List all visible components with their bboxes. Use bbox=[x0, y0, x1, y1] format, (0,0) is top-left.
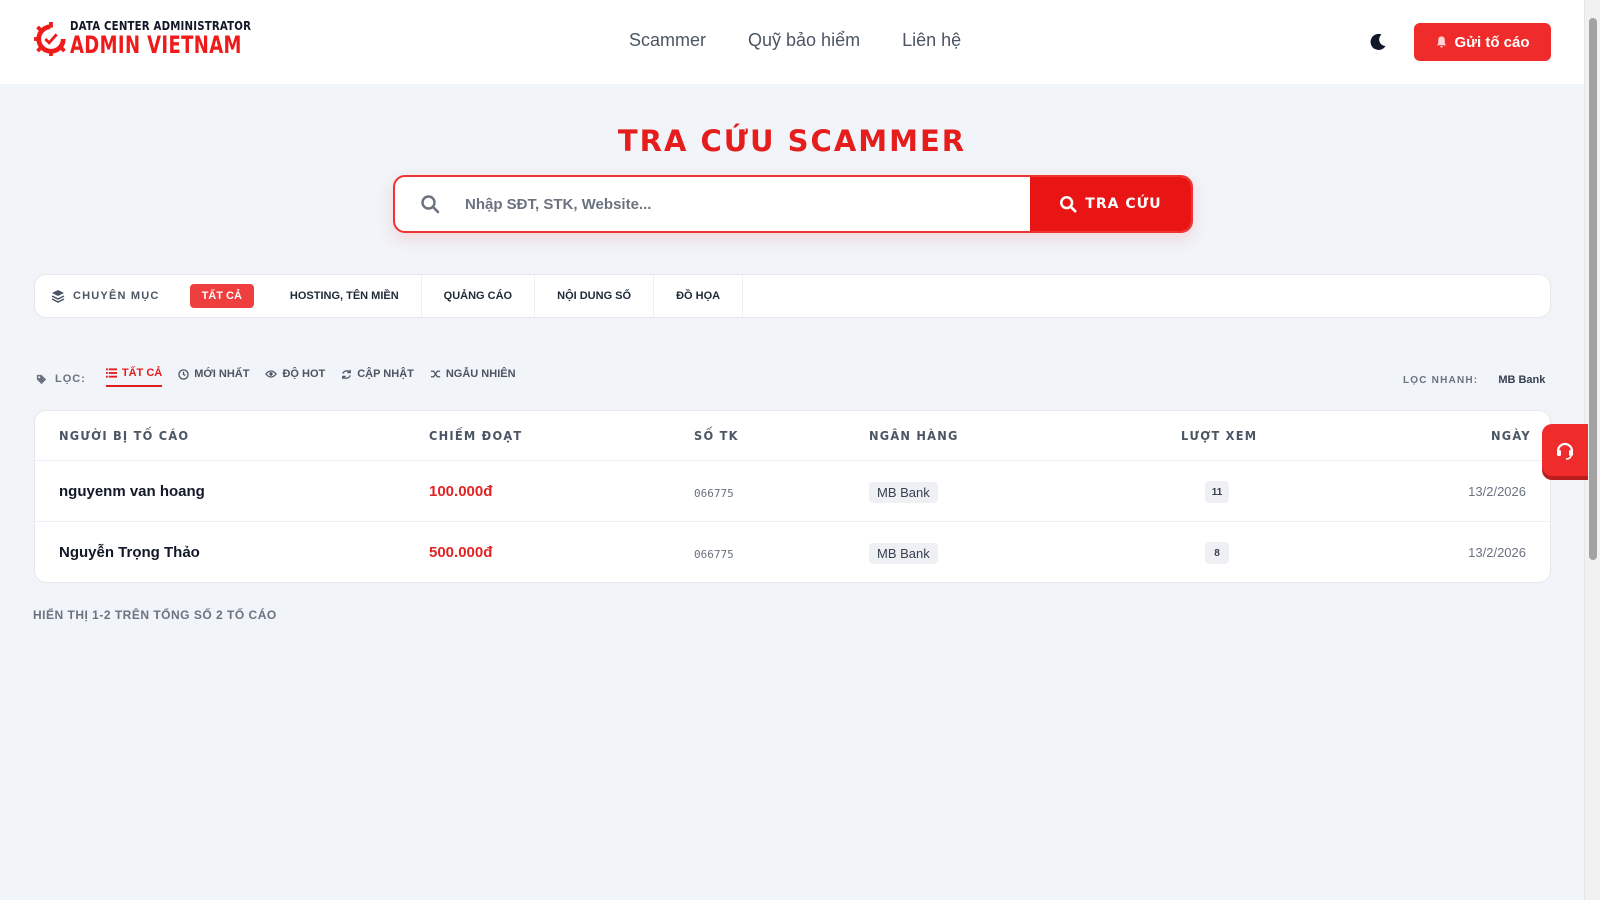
amount: 500.000đ bbox=[429, 544, 493, 561]
brand-name: ADMIN VIETNAM bbox=[70, 31, 242, 59]
tag-icon bbox=[36, 374, 47, 384]
column-header-date: NGÀY bbox=[1491, 429, 1531, 443]
category-label: CHUYÊN MỤC bbox=[35, 289, 176, 303]
table-header: NGƯỜI BỊ TỐ CÁO CHIẾM ĐOẠT SỐ TK NGÂN HÀ… bbox=[35, 411, 1550, 461]
gear-logo-icon bbox=[34, 21, 66, 56]
list-icon bbox=[105, 368, 117, 378]
filter-row: LỌC: TẤT CẢ MỚI NHẤT ĐỘ HOT CẬP NHẬT NGẪ… bbox=[36, 367, 532, 387]
report-button[interactable]: Gửi tố cáo bbox=[1414, 23, 1551, 61]
quick-filter: LỌC NHANH: MB Bank bbox=[1403, 374, 1545, 386]
nav-insurance-fund[interactable]: Quỹ bảo hiểm bbox=[748, 30, 860, 51]
filter-updated-label: CẬP NHẬT bbox=[357, 368, 414, 380]
views-badge: 11 bbox=[1205, 481, 1229, 503]
pagination-summary: HIỂN THỊ 1-2 TRÊN TỔNG SỐ 2 TỐ CÁO bbox=[33, 608, 277, 622]
search-input[interactable] bbox=[465, 177, 1030, 231]
shuffle-icon bbox=[430, 370, 440, 378]
category-all[interactable]: TẤT CẢ bbox=[189, 284, 254, 308]
refresh-icon bbox=[342, 369, 352, 379]
report-button-label: Gửi tố cáo bbox=[1454, 33, 1530, 51]
page-title: TRA CỨU SCAMMER bbox=[617, 124, 967, 158]
category-hosting-domain[interactable]: HOSTING, TÊN MIỀN bbox=[268, 275, 422, 317]
layers-icon bbox=[51, 290, 65, 303]
filter-newest[interactable]: MỚI NHẤT bbox=[178, 368, 249, 386]
bank-badge: MB Bank bbox=[869, 543, 938, 564]
support-button[interactable] bbox=[1542, 424, 1588, 476]
column-header-account: SỐ TK bbox=[694, 429, 739, 443]
report-date: 13/2/2026 bbox=[1468, 545, 1526, 560]
filter-all-label: TẤT CẢ bbox=[121, 367, 163, 379]
site-header: DATA CENTER ADMINISTRATOR ADMIN VIETNAM … bbox=[0, 0, 1584, 84]
search-icon bbox=[395, 177, 465, 231]
column-header-amount: CHIẾM ĐOẠT bbox=[429, 429, 523, 443]
nav-contact[interactable]: Liên hệ bbox=[902, 30, 961, 51]
category-advertising[interactable]: QUẢNG CÁO bbox=[422, 275, 536, 317]
filter-label: LỌC: bbox=[36, 373, 86, 385]
main-nav: Scammer Quỹ bảo hiểm Liên hệ bbox=[629, 30, 961, 51]
scammer-table: NGƯỜI BỊ TỐ CÁO CHIẾM ĐOẠT SỐ TK NGÂN HÀ… bbox=[34, 410, 1551, 583]
filter-updated[interactable]: CẬP NHẬT bbox=[341, 368, 414, 386]
column-header-views: LƯỢT XEM bbox=[1181, 429, 1258, 443]
filter-newest-label: MỚI NHẤT bbox=[194, 368, 250, 380]
column-header-bank: NGÂN HÀNG bbox=[869, 429, 959, 443]
category-digital-content[interactable]: NỘI DUNG SỐ bbox=[535, 275, 655, 317]
table-row[interactable]: Nguyễn Trọng Thảo 500.000đ 066775 MB Ban… bbox=[35, 522, 1550, 582]
reported-name[interactable]: Nguyễn Trọng Thảo bbox=[59, 544, 200, 561]
scrollbar-thumb[interactable] bbox=[1589, 18, 1597, 560]
account-number: 066775 bbox=[694, 487, 734, 500]
filter-hot-label: ĐỘ HOT bbox=[282, 368, 326, 380]
quick-filter-label: LỌC NHANH: bbox=[1403, 374, 1479, 386]
filter-hot[interactable]: ĐỘ HOT bbox=[265, 368, 325, 386]
quick-filter-mb-bank[interactable]: MB Bank bbox=[1498, 374, 1545, 386]
category-bar: CHUYÊN MỤC TẤT CẢ HOSTING, TÊN MIỀN QUẢN… bbox=[34, 274, 1551, 318]
clock-icon bbox=[178, 368, 189, 380]
views-badge: 8 bbox=[1205, 542, 1229, 564]
bell-icon bbox=[1437, 36, 1447, 48]
filter-random[interactable]: NGẪU NHIÊN bbox=[430, 368, 516, 386]
column-header-reported-person: NGƯỜI BỊ TỐ CÁO bbox=[59, 429, 190, 443]
filter-random-label: NGẪU NHIÊN bbox=[445, 368, 516, 380]
category-graphics[interactable]: ĐỒ HỌA bbox=[654, 275, 744, 317]
headset-icon bbox=[1556, 442, 1574, 460]
search-icon bbox=[1060, 195, 1077, 213]
search-bar: TRA CỨU bbox=[393, 175, 1193, 233]
nav-scammer[interactable]: Scammer bbox=[629, 30, 706, 51]
filter-all[interactable]: TẤT CẢ bbox=[105, 367, 163, 387]
search-submit-button[interactable]: TRA CỨU bbox=[1030, 177, 1191, 231]
report-date: 13/2/2026 bbox=[1468, 484, 1526, 499]
brand-logo[interactable]: DATA CENTER ADMINISTRATOR ADMIN VIETNAM bbox=[34, 20, 299, 57]
moon-icon[interactable] bbox=[1368, 32, 1388, 52]
table-row[interactable]: nguyenm van hoang 100.000đ 066775 MB Ban… bbox=[35, 461, 1550, 522]
account-number: 066775 bbox=[694, 548, 734, 561]
bank-badge: MB Bank bbox=[869, 482, 938, 503]
amount: 100.000đ bbox=[429, 483, 493, 500]
search-button-label: TRA CỨU bbox=[1085, 196, 1162, 212]
filter-label-text: LỌC: bbox=[55, 373, 86, 385]
category-label-text: CHUYÊN MỤC bbox=[73, 290, 160, 302]
reported-name[interactable]: nguyenm van hoang bbox=[59, 483, 205, 500]
eye-icon bbox=[265, 370, 278, 378]
